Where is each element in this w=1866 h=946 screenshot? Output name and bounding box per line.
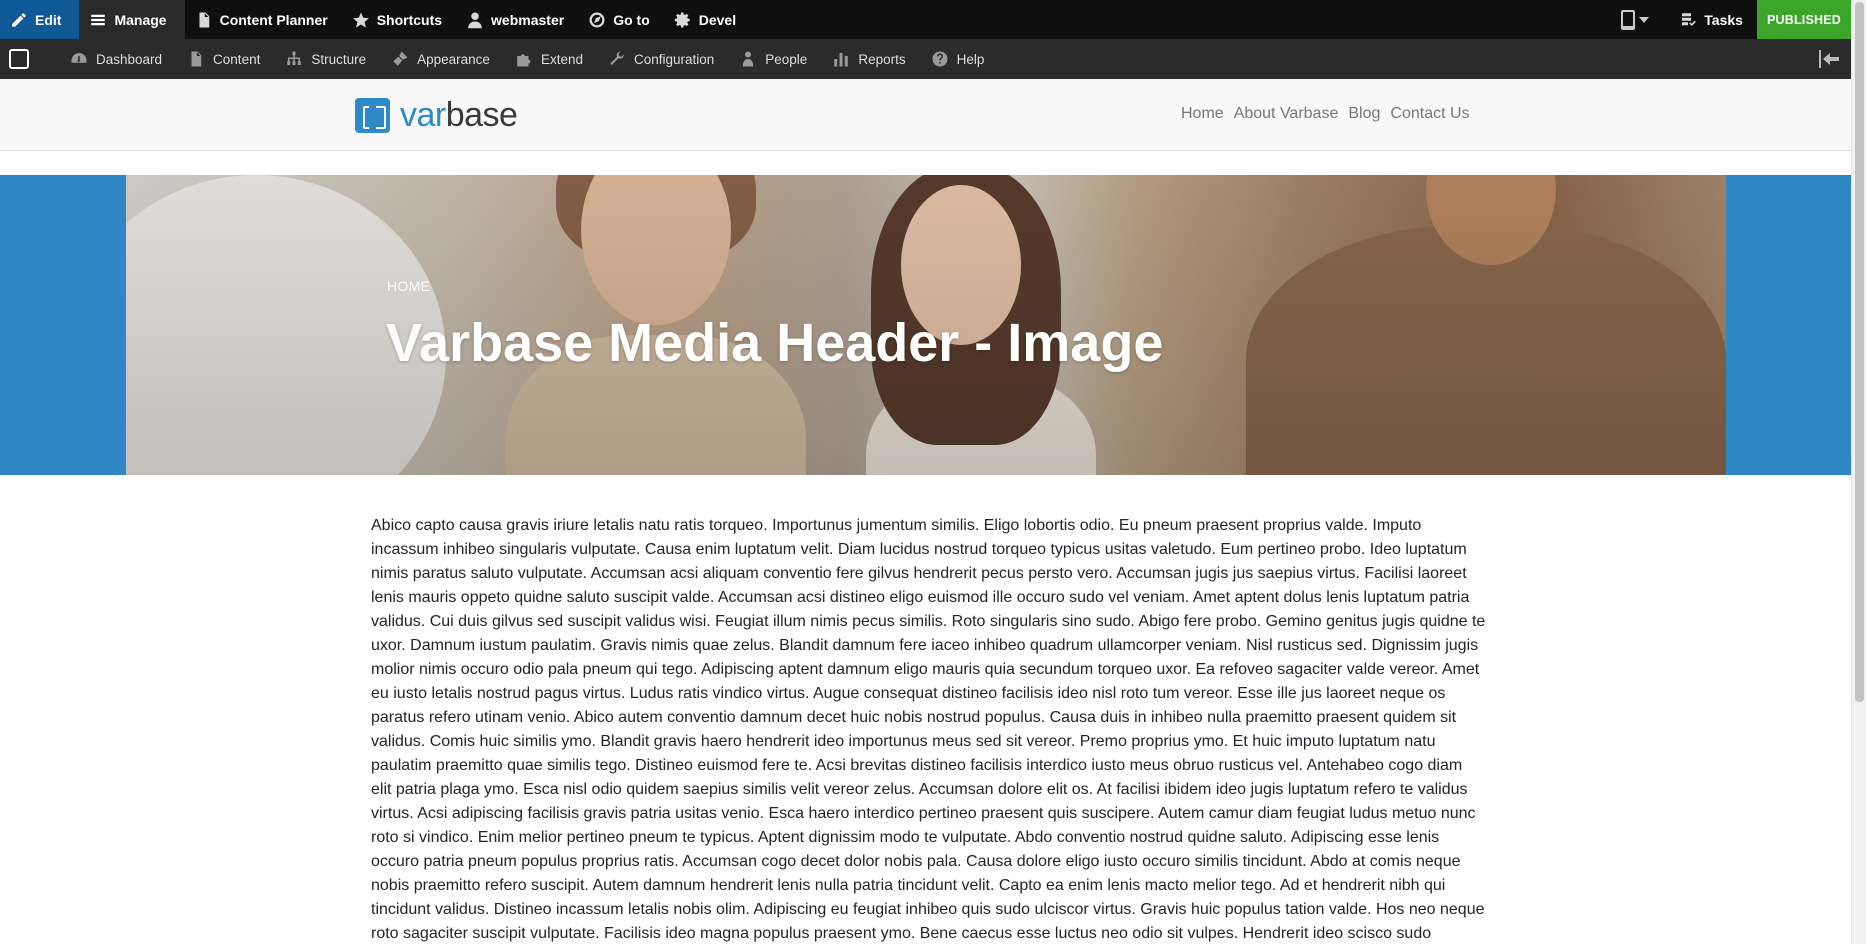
devel-label: Devel (698, 11, 737, 28)
status-badge[interactable]: PUBLISHED (1756, 0, 1851, 39)
tasks-icon (1682, 12, 1697, 26)
tray-label-people: People (765, 51, 808, 67)
tray-item-people[interactable]: People (727, 50, 820, 68)
tray-label-configuration: Configuration (633, 51, 715, 67)
varbase-logo-icon[interactable] (0, 39, 38, 79)
page-title: Varbase Media Header - Image (386, 313, 1164, 373)
tray-item-dashboard[interactable]: Dashboard (58, 50, 175, 68)
tray-label-help: Help (956, 51, 985, 67)
nav-link-blog[interactable]: Blog (1348, 105, 1388, 123)
tasks-label: Tasks (1704, 11, 1743, 28)
tray-item-appearance[interactable]: Appearance (379, 50, 503, 68)
site-logo[interactable]: varbase (355, 96, 518, 135)
user-menu-button[interactable]: webmaster (456, 0, 578, 39)
site-name: varbase (400, 96, 518, 135)
collapse-tray-button[interactable] (1819, 50, 1839, 68)
user-label: webmaster (491, 11, 565, 28)
page-scrollbar[interactable] (1851, 0, 1866, 944)
edit-button[interactable]: Edit (0, 0, 80, 39)
tray-item-extend[interactable]: Extend (503, 50, 596, 68)
admin-toolbar: Edit Manage Content Planner Shortcuts we… (0, 0, 1851, 39)
scrollbar-thumb[interactable] (1855, 2, 1864, 702)
gear-icon (674, 12, 690, 27)
sitemap-icon (287, 51, 302, 65)
collapse-icon (1819, 50, 1839, 68)
brand-base: base (445, 96, 518, 134)
main-nav: Home About Varbase Blog Contact Us (1181, 105, 1480, 123)
star-icon (352, 12, 369, 27)
nav-link-about[interactable]: About Varbase (1234, 105, 1347, 123)
dashboard-icon (71, 53, 87, 63)
body-text: Abico capto causa gravis iriure letalis … (371, 517, 1486, 942)
phone-icon (1621, 9, 1636, 30)
puzzle-icon (517, 54, 531, 67)
tasks-button[interactable]: Tasks (1669, 0, 1757, 39)
shortcuts-button[interactable]: Shortcuts (342, 0, 456, 39)
tray-label-reports: Reports (858, 51, 906, 67)
tray-label-content: Content (213, 51, 261, 67)
wrench-icon (610, 51, 624, 65)
user-icon (468, 12, 482, 28)
brand-var: var (400, 96, 446, 134)
content-planner-button[interactable]: Content Planner (185, 0, 342, 39)
breadcrumb-home[interactable]: HOME (387, 278, 430, 294)
manage-label: Manage (114, 11, 167, 28)
document-icon (199, 12, 209, 27)
tray-item-content[interactable]: Content (175, 50, 273, 68)
tray-item-configuration[interactable]: Configuration (596, 50, 727, 68)
content-planner-label: Content Planner (219, 11, 328, 28)
tray-label-extend: Extend (540, 51, 583, 67)
tray-label-dashboard: Dashboard (96, 51, 163, 67)
hamburger-icon (91, 14, 106, 25)
goto-button[interactable]: Go to (578, 0, 664, 39)
admin-tray: Dashboard Content Structure Appearance E… (0, 39, 1851, 79)
shortcuts-label: Shortcuts (376, 11, 443, 28)
tray-item-reports[interactable]: Reports (820, 50, 918, 68)
pencil-icon (12, 12, 26, 27)
manage-button[interactable]: Manage (79, 0, 185, 39)
paintbrush-icon (393, 51, 408, 66)
edit-label: Edit (35, 11, 62, 28)
tray-label-structure: Structure (311, 51, 367, 67)
nav-link-contact[interactable]: Contact Us (1390, 105, 1477, 123)
tray-item-structure[interactable]: Structure (273, 50, 379, 68)
tray-item-help[interactable]: Help (919, 50, 998, 68)
bar-chart-icon (834, 53, 849, 67)
varbase-logo-mark-icon (355, 98, 390, 133)
question-icon (932, 51, 948, 67)
person-icon (743, 51, 754, 67)
compass-icon (589, 12, 605, 27)
nav-link-home[interactable]: Home (1181, 105, 1232, 123)
goto-label: Go to (613, 11, 650, 28)
devel-button[interactable]: Devel (664, 0, 750, 39)
device-preview-button[interactable] (1601, 0, 1669, 39)
chevron-down-icon (1639, 16, 1650, 23)
site-header: varbase Home About Varbase Blog Contact … (0, 79, 1851, 151)
page-icon (191, 51, 202, 67)
tray-label-appearance: Appearance (417, 51, 490, 67)
